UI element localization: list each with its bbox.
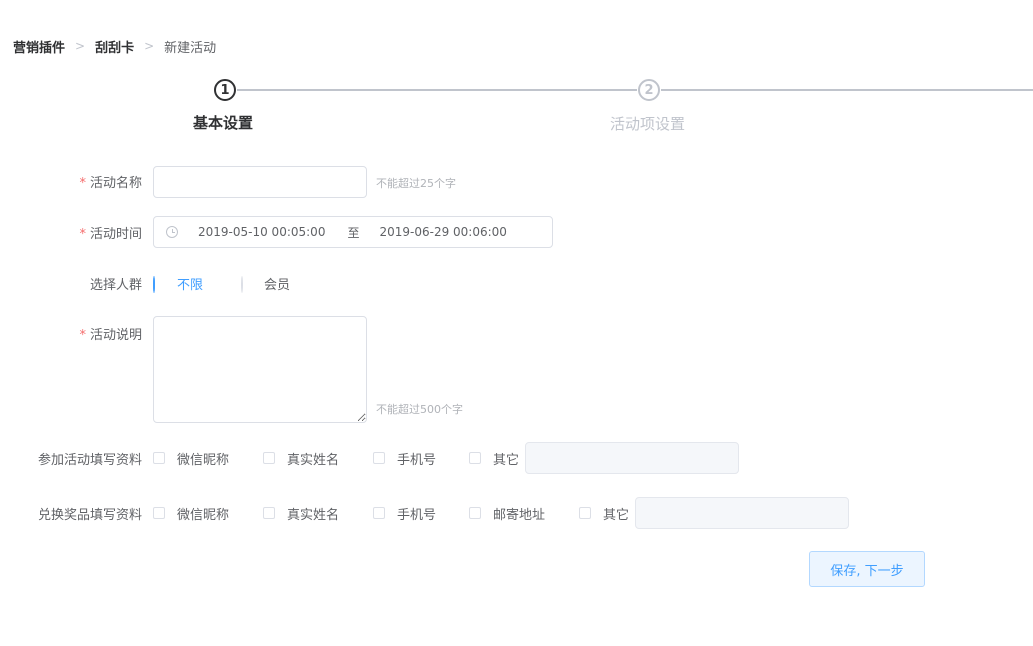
breadcrumb-item-new-activity: 新建活动: [164, 40, 217, 56]
required-mark: *: [79, 227, 86, 242]
redeem-wechat-nickname-checkbox[interactable]: [153, 507, 165, 519]
breadcrumb-chevron-icon: >: [144, 39, 155, 53]
breadcrumb-chevron-icon: >: [75, 39, 86, 53]
join-real-name-checkbox[interactable]: [263, 452, 275, 464]
start-datetime[interactable]: 2019-05-10 00:05:00: [198, 225, 325, 239]
activity-name-input[interactable]: [153, 166, 367, 198]
redeem-other-checkbox[interactable]: [579, 507, 591, 519]
join-real-name-label[interactable]: 真实姓名: [287, 449, 339, 468]
audience-label: 选择人群: [89, 278, 142, 293]
end-datetime[interactable]: 2019-06-29 00:06:00: [379, 225, 506, 239]
join-phone-label[interactable]: 手机号: [397, 449, 436, 468]
join-other-checkbox[interactable]: [469, 452, 481, 464]
join-wechat-nickname-checkbox[interactable]: [153, 452, 165, 464]
redeem-mailing-address-label[interactable]: 邮寄地址: [493, 504, 545, 523]
step-2-circle: 2: [638, 79, 660, 101]
redeem-info-label: 兑换奖品填写资料: [37, 508, 142, 523]
activity-description-label: * 活动说明: [79, 328, 142, 343]
join-phone-checkbox[interactable]: [373, 452, 385, 464]
breadcrumb-item-marketing-plugins[interactable]: 营销插件: [13, 37, 65, 56]
join-info-label: 参加活动填写资料: [37, 453, 142, 468]
step-connector-line: [237, 89, 637, 91]
join-other-label[interactable]: 其它: [493, 449, 519, 468]
step-1-title: 基本设置: [193, 114, 254, 132]
join-other-input[interactable]: [525, 442, 739, 474]
redeem-real-name-label[interactable]: 真实姓名: [287, 504, 339, 523]
activity-name-hint: 不能超过25个字: [376, 177, 456, 190]
redeem-other-input[interactable]: [635, 497, 849, 529]
breadcrumb: 营销插件 > 刮刮卡 > 新建活动: [13, 37, 217, 56]
audience-member-radio[interactable]: [241, 276, 243, 293]
redeem-phone-checkbox[interactable]: [373, 507, 385, 519]
activity-time-label: * 活动时间: [79, 227, 142, 242]
clock-icon: [166, 226, 178, 238]
breadcrumb-item-scratch-card[interactable]: 刮刮卡: [95, 37, 134, 56]
redeem-real-name-checkbox[interactable]: [263, 507, 275, 519]
redeem-other-label[interactable]: 其它: [603, 504, 629, 523]
redeem-phone-label[interactable]: 手机号: [397, 504, 436, 523]
save-next-button[interactable]: 保存, 下一步: [809, 551, 925, 587]
step-2-title: 活动项设置: [610, 115, 686, 133]
redeem-mailing-address-checkbox[interactable]: [469, 507, 481, 519]
activity-name-label: * 活动名称: [79, 176, 142, 191]
required-mark: *: [79, 328, 86, 343]
redeem-wechat-nickname-label[interactable]: 微信昵称: [177, 504, 229, 523]
audience-unlimited-radio[interactable]: [153, 276, 155, 293]
step-1-circle: 1: [214, 79, 236, 101]
step-trailing-line: [661, 89, 1033, 91]
join-wechat-nickname-label[interactable]: 微信昵称: [177, 449, 229, 468]
range-separator: 至: [347, 225, 360, 240]
audience-member-label[interactable]: 会员: [264, 274, 290, 293]
audience-unlimited-label[interactable]: 不限: [177, 274, 203, 293]
activity-description-textarea[interactable]: [153, 316, 367, 423]
activity-time-range-picker[interactable]: 2019-05-10 00:05:00 至 2019-06-29 00:06:0…: [153, 216, 553, 248]
activity-description-hint: 不能超过500个字: [376, 403, 463, 416]
required-mark: *: [79, 176, 86, 191]
